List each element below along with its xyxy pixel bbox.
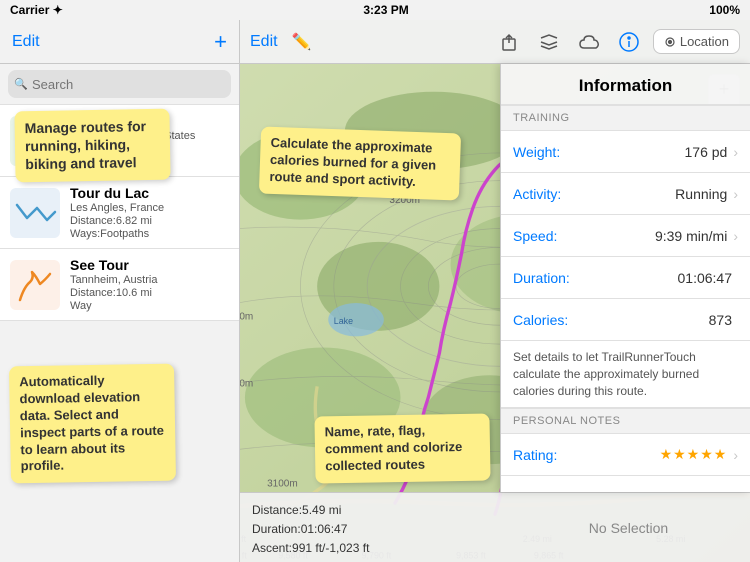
speed-value: 9:39 min/mi (655, 228, 727, 244)
info-row-speed[interactable]: Speed: 9:39 min/mi › (501, 215, 750, 257)
route-location-see-tour: Tannheim, Austria (70, 274, 229, 286)
callout-manage-routes: Manage routes for running, hiking, bikin… (14, 109, 170, 182)
speed-label: Speed: (513, 228, 655, 244)
stat-ascent: Ascent:991 ft/-1,023 ft (252, 539, 495, 558)
location-button[interactable]: Location (653, 29, 740, 54)
stat-gradient: Gradient:0%/ (252, 559, 495, 562)
info-panel: Information TRAINING Weight: 176 pd › Ac… (500, 64, 750, 492)
callout-calories: Calculate the approximate calories burne… (259, 127, 461, 201)
svg-text:Lake: Lake (334, 316, 353, 326)
route-info-see-tour: See Tour Tannheim, Austria Distance:10.6… (70, 257, 229, 312)
duration-value: 01:06:47 (678, 270, 733, 286)
battery-label: 100% (709, 3, 740, 17)
activity-chevron: › (733, 186, 738, 202)
callout-name-rate: Name, rate, flag, comment and colorize c… (314, 414, 490, 484)
route-item-tour-du-lac[interactable]: Tour du Lac Les Angles, France Distance:… (0, 177, 239, 249)
route-thumb-see-tour (10, 260, 60, 310)
route-name-see-tour: See Tour (70, 257, 229, 273)
route-distance-see-tour: Distance:10.6 mi (70, 287, 229, 299)
rating-chevron: › (733, 447, 738, 463)
stat-duration: Duration:01:06:47 (252, 520, 495, 539)
callout-elevation: Automatically download elevation data. S… (9, 363, 176, 483)
info-row-rating[interactable]: Rating: ★★★★★ › (501, 434, 750, 476)
info-row-color[interactable]: Color: Magenta › (501, 476, 750, 492)
info-row-duration: Duration: 01:06:47 (501, 257, 750, 299)
rating-label: Rating: (513, 447, 660, 463)
calories-value: 873 (709, 312, 732, 328)
calories-note: Set details to let TrailRunnerTouch calc… (501, 341, 750, 408)
route-ways-see-tour: Way (70, 300, 229, 312)
add-route-button[interactable]: + (214, 31, 227, 53)
activity-value: Running (675, 186, 727, 202)
left-panel: Edit + Lake Tour Estes Park, United Stat… (0, 20, 240, 562)
search-input[interactable] (8, 70, 231, 98)
bottom-strip: Distance:5.49 mi Duration:01:06:47 Ascen… (240, 492, 750, 562)
color-label: Color: (513, 489, 673, 492)
left-toolbar: Edit + (0, 20, 239, 64)
search-bar (0, 64, 239, 105)
status-bar: Carrier ✦ 3:23 PM 100% (0, 0, 750, 20)
route-name-tour-du-lac: Tour du Lac (70, 185, 229, 201)
weight-label: Weight: (513, 144, 685, 160)
rating-stars: ★★★★★ (660, 446, 728, 463)
edit-button-left[interactable]: Edit (12, 33, 40, 51)
info-panel-title: Information (501, 64, 750, 105)
map-layers-button[interactable] (533, 26, 565, 58)
personal-notes-section-header: PERSONAL NOTES (501, 408, 750, 434)
share-button[interactable] (493, 26, 525, 58)
pencil-icon: ✏️ (292, 32, 312, 52)
route-item-see-tour[interactable]: See Tour Tannheim, Austria Distance:10.6… (0, 249, 239, 321)
color-chevron: › (733, 489, 738, 492)
route-ways-tour-du-lac: Ways:Footpaths (70, 228, 229, 240)
route-info-tour-du-lac: Tour du Lac Les Angles, France Distance:… (70, 185, 229, 240)
duration-label: Duration: (513, 270, 678, 286)
speed-chevron: › (733, 228, 738, 244)
color-value: Magenta (673, 489, 727, 492)
edit-button-map[interactable]: Edit (250, 33, 278, 51)
carrier-label: Carrier ✦ (10, 3, 63, 17)
route-thumb-tour-du-lac (10, 188, 60, 238)
svg-text:3400m: 3400m (240, 378, 253, 389)
info-row-activity[interactable]: Activity: Running › (501, 173, 750, 215)
svg-text:3100m: 3100m (267, 478, 298, 489)
info-row-calories: Calories: 873 (501, 299, 750, 341)
activity-label: Activity: (513, 186, 675, 202)
route-distance-tour-du-lac: Distance:6.82 mi (70, 215, 229, 227)
time-label: 3:23 PM (363, 3, 408, 17)
weight-chevron: › (733, 144, 738, 160)
route-stats: Distance:5.49 mi Duration:01:06:47 Ascen… (240, 493, 507, 562)
calories-label: Calories: (513, 312, 709, 328)
location-label: Location (680, 34, 729, 49)
route-location-tour-du-lac: Les Angles, France (70, 202, 229, 214)
svg-text:3500m: 3500m (240, 312, 253, 323)
no-selection-label: No Selection (507, 493, 750, 562)
map-area: Edit ✏️ (240, 20, 750, 562)
training-section-header: TRAINING (501, 105, 750, 131)
stat-distance: Distance:5.49 mi (252, 501, 495, 520)
weight-value: 176 pd (685, 144, 728, 160)
map-toolbar: Edit ✏️ (240, 20, 750, 64)
cloud-button[interactable] (573, 26, 605, 58)
info-row-weight[interactable]: Weight: 176 pd › (501, 131, 750, 173)
info-button[interactable] (613, 26, 645, 58)
